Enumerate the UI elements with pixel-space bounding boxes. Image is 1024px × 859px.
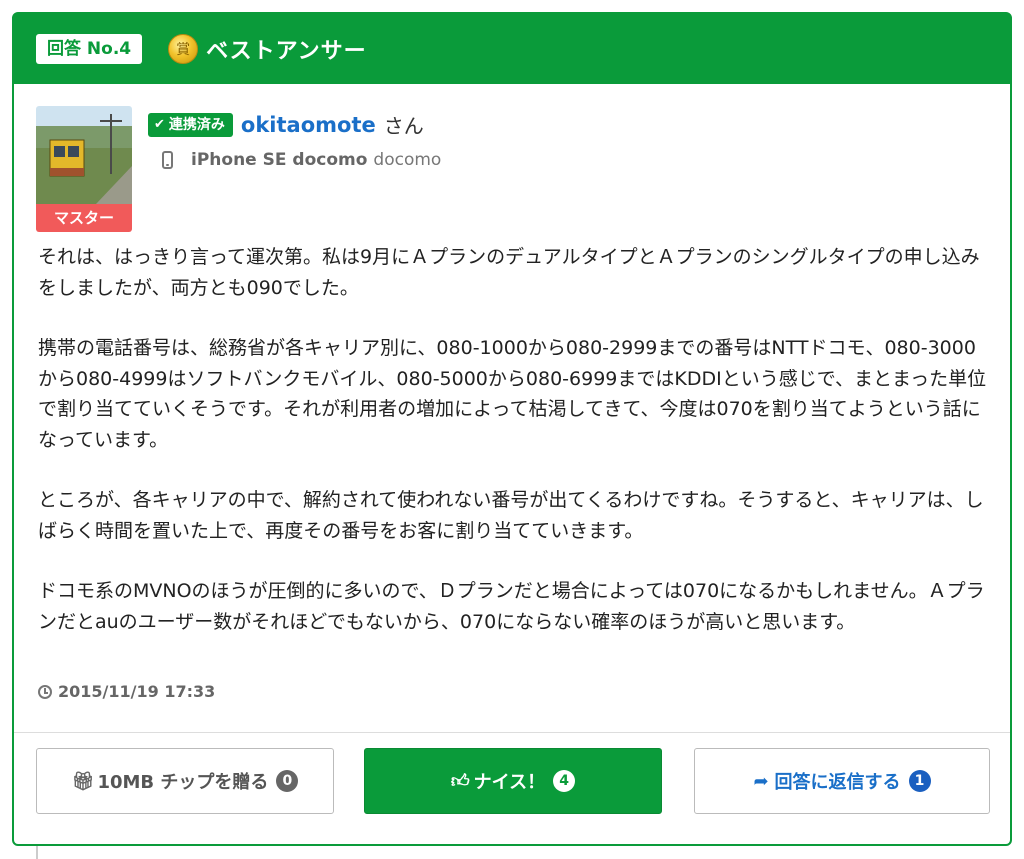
carrier-name: docomo <box>373 150 442 170</box>
master-tag: マスター <box>36 204 132 232</box>
reply-button-label: 回答に返信する <box>774 772 901 793</box>
gift-icon: 🎁︎ <box>71 770 95 792</box>
reply-button[interactable]: ➦ 回答に返信する 1 <box>694 748 990 814</box>
best-answer-label: ベストアンサー <box>206 39 367 64</box>
avatar[interactable]: マスター <box>36 106 132 232</box>
gift-count-badge: 0 <box>276 770 299 792</box>
nice-button[interactable]: 👍︎ ナイス！ 4 <box>364 748 662 814</box>
avatar-photo <box>36 106 132 204</box>
best-answer-card: 回答 No.4 賞 ベストアンサー マスター ✔ 連携済み okitaomote… <box>12 12 1012 846</box>
timestamp-text: 2015/11/19 17:33 <box>58 682 216 701</box>
username-link[interactable]: okitaomote <box>241 113 376 137</box>
connector-line <box>36 846 38 859</box>
answer-body: それは、はっきり言って運次第。私は9月にＡプランのデュアルタイプとＡプランのシン… <box>38 242 990 667</box>
device-name: iPhone SE docomo <box>191 150 368 170</box>
smartphone-icon <box>162 151 173 169</box>
device-line: iPhone SE docomo docomo <box>162 150 441 170</box>
linked-badge: ✔ 連携済み <box>148 112 233 137</box>
gift-chip-button[interactable]: 🎁︎ 10MB チップを贈る 0 <box>36 748 334 814</box>
medal-icon: 賞 <box>168 34 199 64</box>
answer-paragraph: それは、はっきり言って運次第。私は9月にＡプランのデュアルタイプとＡプランのシン… <box>38 246 980 299</box>
username-suffix: さん <box>383 114 424 138</box>
answer-paragraph: ところが、各キャリアの中で、解約されて使われない番号が出てくるわけですね。そうす… <box>38 489 984 542</box>
clock-icon <box>38 684 52 699</box>
user-line: ✔ 連携済み okitaomote さん <box>148 110 424 139</box>
timestamp: 2015/11/19 17:33 <box>38 682 215 701</box>
divider <box>14 732 1010 733</box>
answer-paragraph: 携帯の電話番号は、総務省が各キャリア別に、080-1000から080-2999ま… <box>38 337 987 451</box>
card-header: 回答 No.4 賞 ベストアンサー <box>14 14 1010 84</box>
answer-paragraph: ドコモ系のMVNOのほうが圧倒的に多いので、Ｄプランだと場合によっては070にな… <box>38 580 985 633</box>
check-icon: ✔ <box>154 116 165 132</box>
nice-count-badge: 4 <box>553 770 576 792</box>
nice-button-label: ナイス！ <box>473 772 546 793</box>
linked-badge-label: 連携済み <box>168 116 225 133</box>
reply-arrow-icon: ➦ <box>753 770 769 792</box>
thumbs-up-icon: 👍︎ <box>450 771 470 792</box>
reply-count-badge: 1 <box>908 770 931 792</box>
answer-number-badge: 回答 No.4 <box>36 34 143 64</box>
gift-button-label: 10MB チップを贈る <box>97 772 269 793</box>
